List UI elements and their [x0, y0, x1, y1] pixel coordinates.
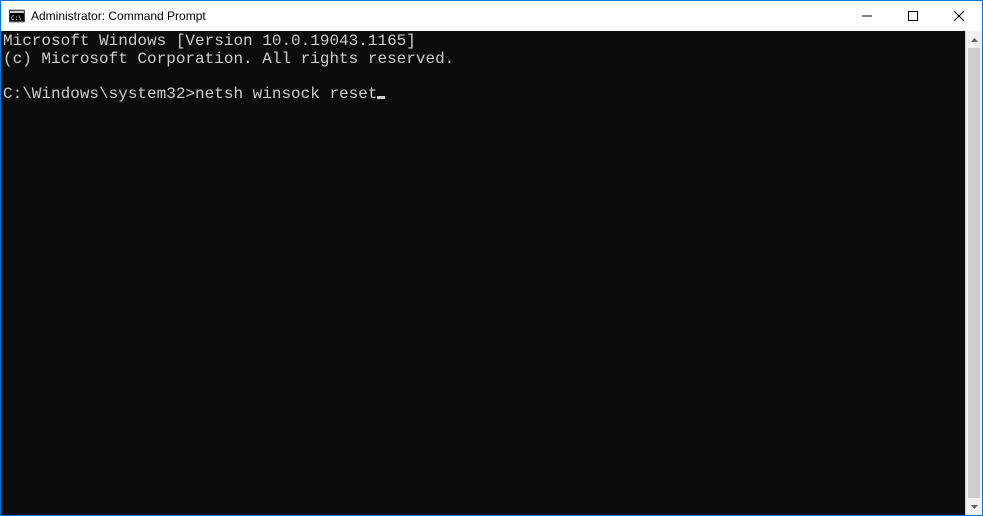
terminal-prompt: C:\Windows\system32>	[3, 85, 195, 103]
content-area: Microsoft Windows [Version 10.0.19043.11…	[1, 31, 982, 515]
vertical-scrollbar[interactable]	[965, 31, 982, 515]
titlebar[interactable]: C:\ Administrator: Command Prompt	[1, 1, 982, 31]
scroll-track[interactable]	[966, 48, 982, 498]
command-prompt-window: C:\ Administrator: Command Prompt	[0, 0, 983, 516]
titlebar-left: C:\ Administrator: Command Prompt	[9, 8, 206, 24]
terminal-output[interactable]: Microsoft Windows [Version 10.0.19043.11…	[1, 31, 965, 515]
cmd-icon: C:\	[9, 8, 25, 24]
minimize-button[interactable]	[844, 1, 890, 31]
svg-text:C:\: C:\	[11, 15, 22, 22]
text-cursor	[377, 96, 385, 99]
terminal-line-copyright: (c) Microsoft Corporation. All rights re…	[3, 50, 454, 68]
terminal-line-version: Microsoft Windows [Version 10.0.19043.11…	[3, 32, 416, 50]
scroll-thumb[interactable]	[968, 48, 980, 498]
terminal-command: netsh winsock reset	[195, 85, 377, 103]
scroll-down-arrow[interactable]	[966, 498, 982, 515]
close-button[interactable]	[936, 1, 982, 31]
maximize-button[interactable]	[890, 1, 936, 31]
window-controls	[844, 1, 982, 31]
window-title: Administrator: Command Prompt	[31, 9, 206, 23]
scroll-up-arrow[interactable]	[966, 31, 982, 48]
